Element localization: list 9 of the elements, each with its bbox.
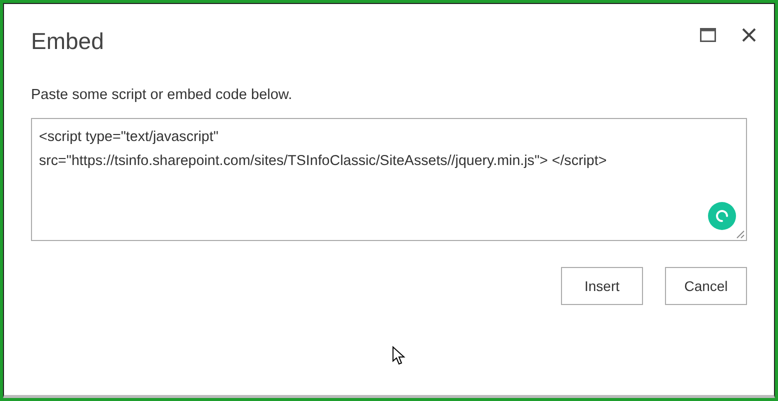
code-field[interactable]: <script type="text/javascript" src="https://tsinfo.sharepoint.com/sites/TSInfoClassic/SiteAssets//jquery.min.js"> </script> [31, 118, 747, 241]
dialog-button[interactable]: Cancel [665, 267, 747, 305]
mouse-pointer-icon [392, 346, 406, 366]
resize-grip-icon[interactable] [736, 230, 745, 239]
close-icon[interactable] [742, 28, 756, 42]
dialog-title: Embed [31, 28, 104, 55]
dialog-button[interactable]: Insert [561, 267, 643, 305]
instruction-text: Paste some script or embed code below. [31, 87, 294, 103]
maximize-icon[interactable] [700, 28, 716, 42]
